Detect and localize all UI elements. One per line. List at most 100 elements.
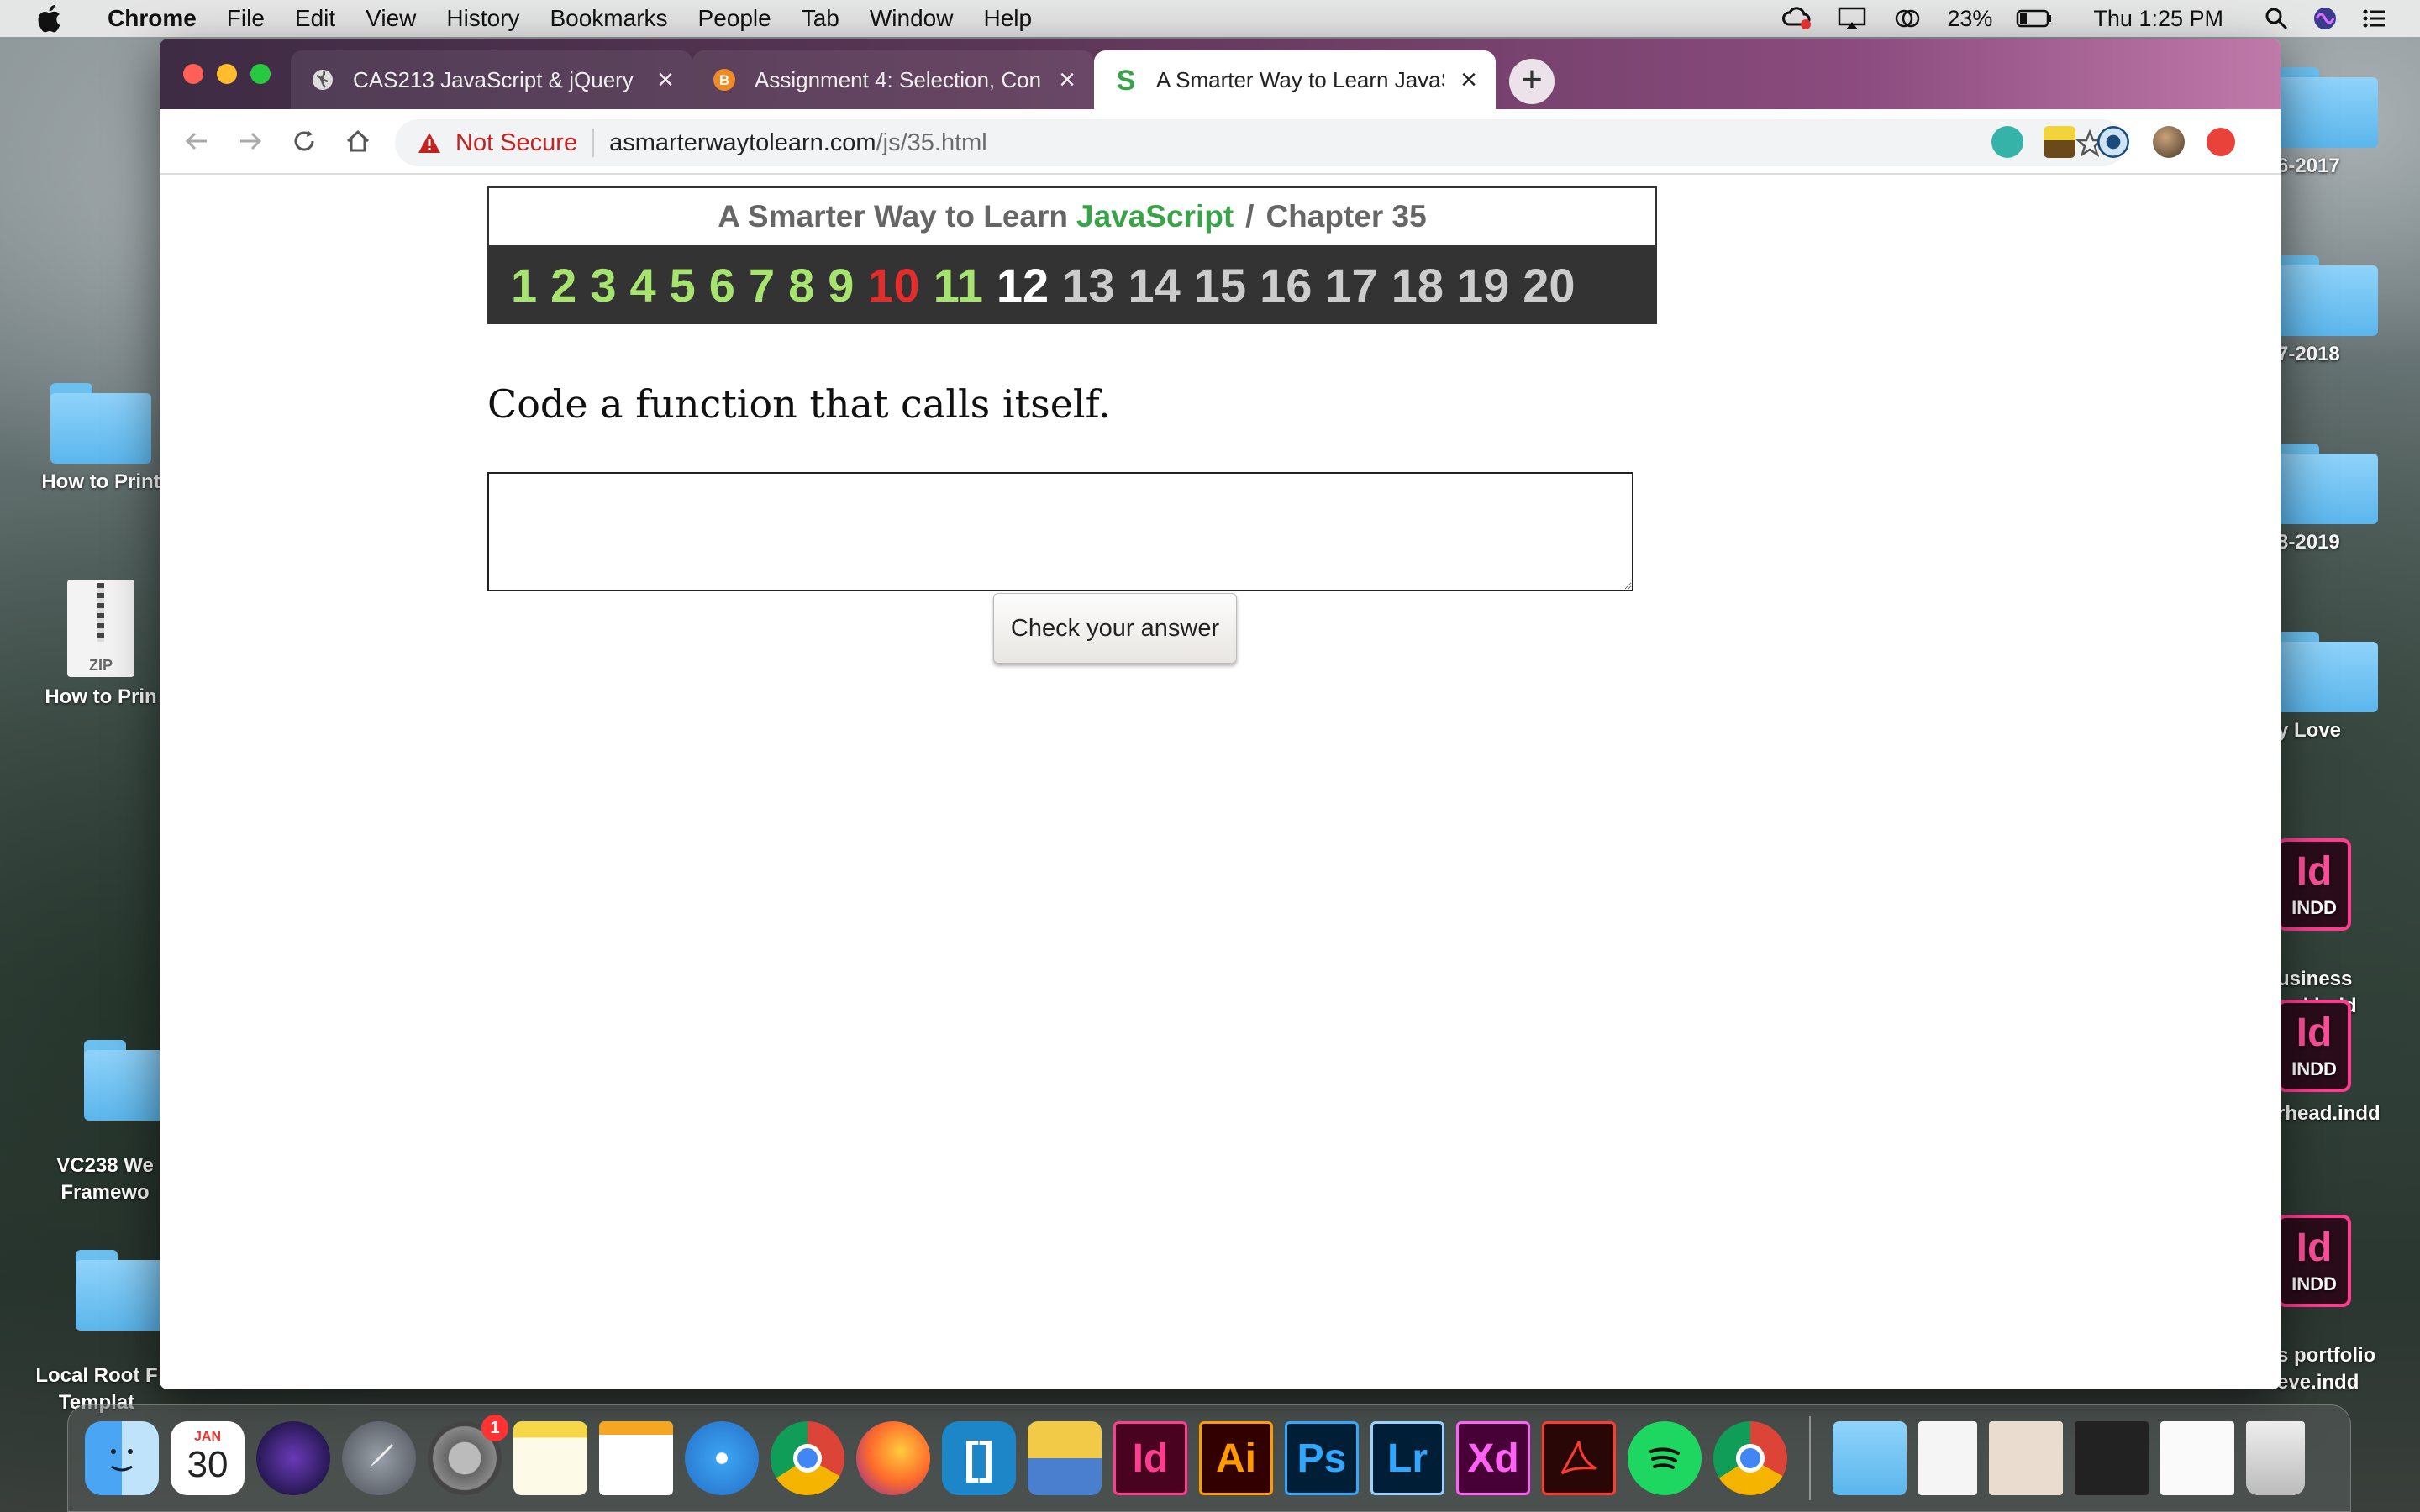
siri-icon[interactable] (2312, 6, 2338, 31)
dock-xd-icon[interactable]: Xd (1456, 1421, 1530, 1495)
dock-chrome-2-icon[interactable] (1713, 1421, 1787, 1495)
dock-photoshop-icon[interactable]: Ps (1285, 1421, 1359, 1495)
reload-icon[interactable] (287, 124, 321, 158)
desktop-icon-vc238-folder[interactable]: VC238 We Framewo (34, 1013, 185, 1233)
folder-icon (2277, 444, 2378, 524)
menu-clock[interactable]: Thu 1:25 PM (2093, 6, 2223, 32)
menu-history[interactable]: History (446, 5, 519, 32)
tab-cas213[interactable]: CAS213 JavaScript & jQuery × (291, 50, 692, 109)
battery-icon[interactable] (2016, 6, 2053, 31)
close-tab-icon[interactable]: × (657, 64, 674, 97)
dock-dark-window-stack-icon[interactable] (2075, 1421, 2149, 1495)
profile-avatar[interactable] (2153, 126, 2185, 158)
exercise-number-4[interactable]: 4 (629, 258, 655, 312)
menu-bookmarks[interactable]: Bookmarks (550, 5, 667, 32)
new-tab-button[interactable]: + (1509, 59, 1555, 104)
tab-smarter-way[interactable]: S A Smarter Way to Learn JavaSc × (1094, 50, 1496, 109)
dock-siri-icon[interactable] (256, 1421, 330, 1495)
dock-calendar-icon[interactable]: JAN 30 (171, 1421, 245, 1495)
dock-transmit-icon[interactable] (1028, 1421, 1102, 1495)
desktop-icon-letterhead-indd[interactable]: Id INDD rhead.indd (2277, 1000, 2412, 1127)
forward-arrow-icon[interactable] (234, 124, 267, 158)
menu-app-name[interactable]: Chrome (108, 5, 197, 32)
minimize-window-button[interactable] (217, 64, 237, 84)
menu-people[interactable]: People (698, 5, 771, 32)
extension-red-upload-icon[interactable] (2207, 128, 2235, 156)
dock-illustrator-icon[interactable]: Ai (1199, 1421, 1273, 1495)
menu-tab[interactable]: Tab (802, 5, 839, 32)
desktop-icon-2017-2018-folder[interactable]: 7-2018 (2277, 255, 2412, 368)
menu-edit[interactable]: Edit (295, 5, 335, 32)
exercise-number-3[interactable]: 3 (590, 258, 616, 312)
dock-launchpad-icon[interactable] (342, 1421, 416, 1495)
extension-eye-icon[interactable] (2097, 126, 2129, 158)
not-secure-label[interactable]: Not Secure (455, 129, 577, 157)
zoom-window-button[interactable] (250, 64, 271, 84)
extension-teal-icon[interactable] (1991, 126, 2023, 158)
desktop-icon-portfolio-indd[interactable]: Id INDD s portfolio eve.indd (2277, 1188, 2412, 1423)
airplay-icon[interactable] (1836, 6, 1868, 31)
close-tab-icon[interactable]: × (1460, 64, 1477, 97)
exercise-number-11[interactable]: 11 (934, 258, 983, 312)
dock-file-stack-icon[interactable] (2160, 1421, 2234, 1495)
back-arrow-icon[interactable] (180, 124, 213, 158)
dock-document-stack-icon[interactable] (1918, 1421, 1977, 1495)
dock-brackets-icon[interactable]: [] (942, 1421, 1016, 1495)
creative-cloud-icon[interactable] (1781, 6, 1812, 31)
exercise-number-8[interactable]: 8 (788, 258, 814, 312)
exercise-number-13[interactable]: 13 (1062, 258, 1114, 312)
dock-acrobat-icon[interactable] (1542, 1421, 1616, 1495)
exercise-number-19[interactable]: 19 (1457, 258, 1509, 312)
dock-trash-icon[interactable] (2246, 1421, 2305, 1495)
answer-textarea[interactable] (487, 472, 1634, 591)
exercise-number-16[interactable]: 16 (1260, 258, 1312, 312)
close-tab-icon[interactable]: × (1059, 64, 1076, 97)
extension-grass-icon[interactable] (2044, 126, 2075, 158)
spotlight-search-icon[interactable] (2264, 6, 2289, 31)
dock-system-preferences-icon[interactable]: 1 (428, 1415, 508, 1495)
exercise-number-18[interactable]: 18 (1392, 258, 1444, 312)
close-window-button[interactable] (183, 64, 203, 84)
dock-firefox-icon[interactable] (856, 1421, 930, 1495)
exercise-number-9[interactable]: 9 (828, 258, 854, 312)
exercise-number-5[interactable]: 5 (670, 258, 696, 312)
exercise-number-12[interactable]: 12 (997, 258, 1049, 312)
dock-finder-icon[interactable] (85, 1421, 159, 1495)
desktop-icon-2016-2017-folder[interactable]: 6-2017 (2277, 67, 2412, 180)
desktop-icon-how-to-print-zip[interactable]: ZIP How to Prin (34, 580, 168, 711)
notification-center-icon[interactable] (2361, 6, 2386, 31)
dock-downloads-folder-icon[interactable] (1833, 1421, 1907, 1495)
sync-icon[interactable] (1891, 6, 1923, 31)
check-answer-button[interactable]: Check your answer (993, 593, 1237, 664)
apple-logo-icon[interactable] (34, 2, 67, 35)
menu-help[interactable]: Help (983, 5, 1032, 32)
dock-chrome-icon[interactable] (771, 1421, 844, 1495)
exercise-number-6[interactable]: 6 (709, 258, 735, 312)
exercise-number-20[interactable]: 20 (1523, 258, 1575, 312)
address-bar[interactable]: Not Secure asmarterwaytolearn.com/js/35.… (395, 119, 2126, 166)
exercise-number-15[interactable]: 15 (1194, 258, 1246, 312)
dock-lightroom-icon[interactable]: Lr (1370, 1421, 1444, 1495)
browser-toolbar: Not Secure asmarterwaytolearn.com/js/35.… (160, 109, 2281, 175)
exercise-number-2[interactable]: 2 (550, 258, 576, 312)
exercise-number-10[interactable]: 10 (867, 258, 919, 312)
exercise-number-1[interactable]: 1 (511, 258, 537, 312)
tab-assignment-4[interactable]: B Assignment 4: Selection, Cond × (692, 50, 1094, 109)
dock-spotify-icon[interactable] (1628, 1421, 1702, 1495)
dock-pages-icon[interactable] (599, 1421, 673, 1495)
exercise-number-17[interactable]: 17 (1325, 258, 1377, 312)
menu-window[interactable]: Window (870, 5, 954, 32)
dock-safari-icon[interactable] (685, 1421, 759, 1495)
dock-screenshot-stack-icon[interactable] (1989, 1421, 2063, 1495)
desktop-icon-how-to-print-folder[interactable]: How to Print (34, 383, 168, 496)
exercise-number-14[interactable]: 14 (1128, 258, 1181, 312)
desktop-icon-love-folder[interactable]: y Love (2277, 632, 2412, 744)
desktop-icon-2018-2019-folder[interactable]: 8-2019 (2277, 444, 2412, 556)
menu-file[interactable]: File (227, 5, 265, 32)
home-icon[interactable] (341, 124, 375, 158)
menu-view[interactable]: View (366, 5, 416, 32)
dock-notes-icon[interactable] (513, 1421, 587, 1495)
header-title-javascript[interactable]: JavaScript (1076, 199, 1234, 234)
exercise-number-7[interactable]: 7 (749, 258, 775, 312)
dock-indesign-icon[interactable]: Id (1113, 1421, 1187, 1495)
